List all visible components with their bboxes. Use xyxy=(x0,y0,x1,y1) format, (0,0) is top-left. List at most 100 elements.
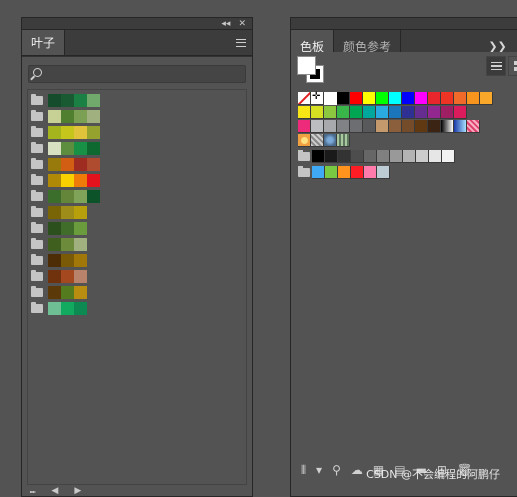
color-swatch[interactable] xyxy=(324,92,337,105)
swatch-group-list[interactable] xyxy=(27,89,247,485)
color-swatch[interactable] xyxy=(338,166,351,179)
color-swatch[interactable] xyxy=(74,270,87,283)
color-swatch[interactable] xyxy=(87,158,100,171)
color-swatch[interactable] xyxy=(402,106,415,119)
fill-swatch[interactable] xyxy=(297,56,316,75)
color-swatch[interactable] xyxy=(324,106,337,119)
previous-icon[interactable]: ◀ xyxy=(51,486,58,496)
swatch-group-row[interactable] xyxy=(28,158,100,171)
gradient-bw-swatch[interactable] xyxy=(441,120,454,133)
color-swatch[interactable] xyxy=(74,206,87,219)
color-swatch[interactable] xyxy=(61,142,74,155)
color-swatch[interactable] xyxy=(48,222,61,235)
swatch-library-icon[interactable]: ⫴ xyxy=(301,464,306,476)
gradient-pink-swatch[interactable] xyxy=(467,120,480,133)
color-swatch[interactable] xyxy=(74,126,87,139)
color-swatch[interactable] xyxy=(363,92,376,105)
color-swatch[interactable] xyxy=(74,174,87,187)
color-swatch[interactable] xyxy=(390,150,403,163)
brights-group[interactable] xyxy=(312,166,390,179)
color-swatch[interactable] xyxy=(74,238,87,251)
color-swatch[interactable] xyxy=(74,110,87,123)
color-swatch[interactable] xyxy=(337,120,350,133)
color-swatch[interactable] xyxy=(298,120,311,133)
color-swatch[interactable] xyxy=(48,110,61,123)
color-swatch[interactable] xyxy=(61,126,74,139)
color-swatch[interactable] xyxy=(428,106,441,119)
color-swatch[interactable] xyxy=(48,270,61,283)
color-swatch[interactable] xyxy=(325,150,338,163)
color-swatch[interactable] xyxy=(442,150,455,163)
gradient-blue-swatch[interactable] xyxy=(454,120,467,133)
color-swatch[interactable] xyxy=(48,174,61,187)
color-swatch[interactable] xyxy=(351,150,364,163)
color-swatch[interactable] xyxy=(363,106,376,119)
color-swatch[interactable] xyxy=(376,120,389,133)
color-swatch[interactable] xyxy=(389,92,402,105)
color-swatch[interactable] xyxy=(351,166,364,179)
swatch-group-row[interactable] xyxy=(28,94,100,107)
color-swatch[interactable] xyxy=(454,92,467,105)
color-swatch[interactable] xyxy=(61,206,74,219)
color-swatch[interactable] xyxy=(74,302,87,315)
color-swatch[interactable] xyxy=(48,190,61,203)
color-swatch[interactable] xyxy=(312,166,325,179)
menu-icon[interactable] xyxy=(236,39,246,47)
orange-circle-swatch[interactable] xyxy=(298,134,311,147)
color-swatch[interactable] xyxy=(48,142,61,155)
color-swatch[interactable] xyxy=(403,150,416,163)
color-swatch[interactable] xyxy=(312,150,325,163)
color-swatch[interactable] xyxy=(402,92,415,105)
color-swatch[interactable] xyxy=(311,120,324,133)
swatch-group-row[interactable] xyxy=(28,238,87,251)
color-swatch[interactable] xyxy=(61,174,74,187)
color-swatch[interactable] xyxy=(428,120,441,133)
color-swatch[interactable] xyxy=(61,110,74,123)
swatch-group-row[interactable] xyxy=(28,206,87,219)
color-swatch[interactable] xyxy=(48,206,61,219)
color-swatch[interactable] xyxy=(87,126,100,139)
color-swatch[interactable] xyxy=(48,126,61,139)
color-swatch[interactable] xyxy=(61,254,74,267)
color-swatch[interactable] xyxy=(415,92,428,105)
color-swatch[interactable] xyxy=(415,120,428,133)
search-input[interactable] xyxy=(28,65,246,83)
list-view-icon[interactable] xyxy=(486,56,506,76)
color-swatch[interactable] xyxy=(61,238,74,251)
color-swatch[interactable] xyxy=(350,92,363,105)
color-swatch[interactable] xyxy=(48,302,61,315)
pattern-1-swatch[interactable] xyxy=(311,134,324,147)
swatch-group-row[interactable] xyxy=(28,142,100,155)
pattern-3-swatch[interactable] xyxy=(337,134,350,147)
color-swatch[interactable] xyxy=(48,286,61,299)
swatch-group-row[interactable] xyxy=(28,254,87,267)
swatch-group-row[interactable] xyxy=(28,222,87,235)
color-swatch[interactable] xyxy=(428,92,441,105)
color-swatch[interactable] xyxy=(376,106,389,119)
color-swatch[interactable] xyxy=(311,106,324,119)
next-icon[interactable]: ▶ xyxy=(74,486,81,496)
color-swatch[interactable] xyxy=(350,120,363,133)
cloud-icon[interactable]: ☁ xyxy=(351,464,363,476)
swatch-group-row[interactable] xyxy=(28,302,87,315)
color-swatch[interactable] xyxy=(74,190,87,203)
close-icon[interactable]: ✕ xyxy=(238,19,246,29)
color-swatch[interactable] xyxy=(48,158,61,171)
tab-leaves[interactable]: 叶子 xyxy=(22,30,65,55)
pattern-2-swatch[interactable] xyxy=(324,134,337,147)
color-swatch[interactable] xyxy=(389,106,402,119)
color-swatch[interactable] xyxy=(364,166,377,179)
grays-group[interactable] xyxy=(312,150,455,163)
color-swatch[interactable] xyxy=(325,166,338,179)
color-swatch[interactable] xyxy=(87,110,100,123)
collapse-icon[interactable]: ◂◂ xyxy=(221,19,230,29)
color-swatch[interactable] xyxy=(74,158,87,171)
color-swatch[interactable] xyxy=(350,106,363,119)
color-swatch[interactable] xyxy=(480,92,493,105)
color-swatch[interactable] xyxy=(441,106,454,119)
color-swatch[interactable] xyxy=(416,150,429,163)
color-swatch[interactable] xyxy=(61,270,74,283)
color-swatch[interactable] xyxy=(364,150,377,163)
color-swatch[interactable] xyxy=(337,106,350,119)
color-swatch[interactable] xyxy=(454,106,467,119)
